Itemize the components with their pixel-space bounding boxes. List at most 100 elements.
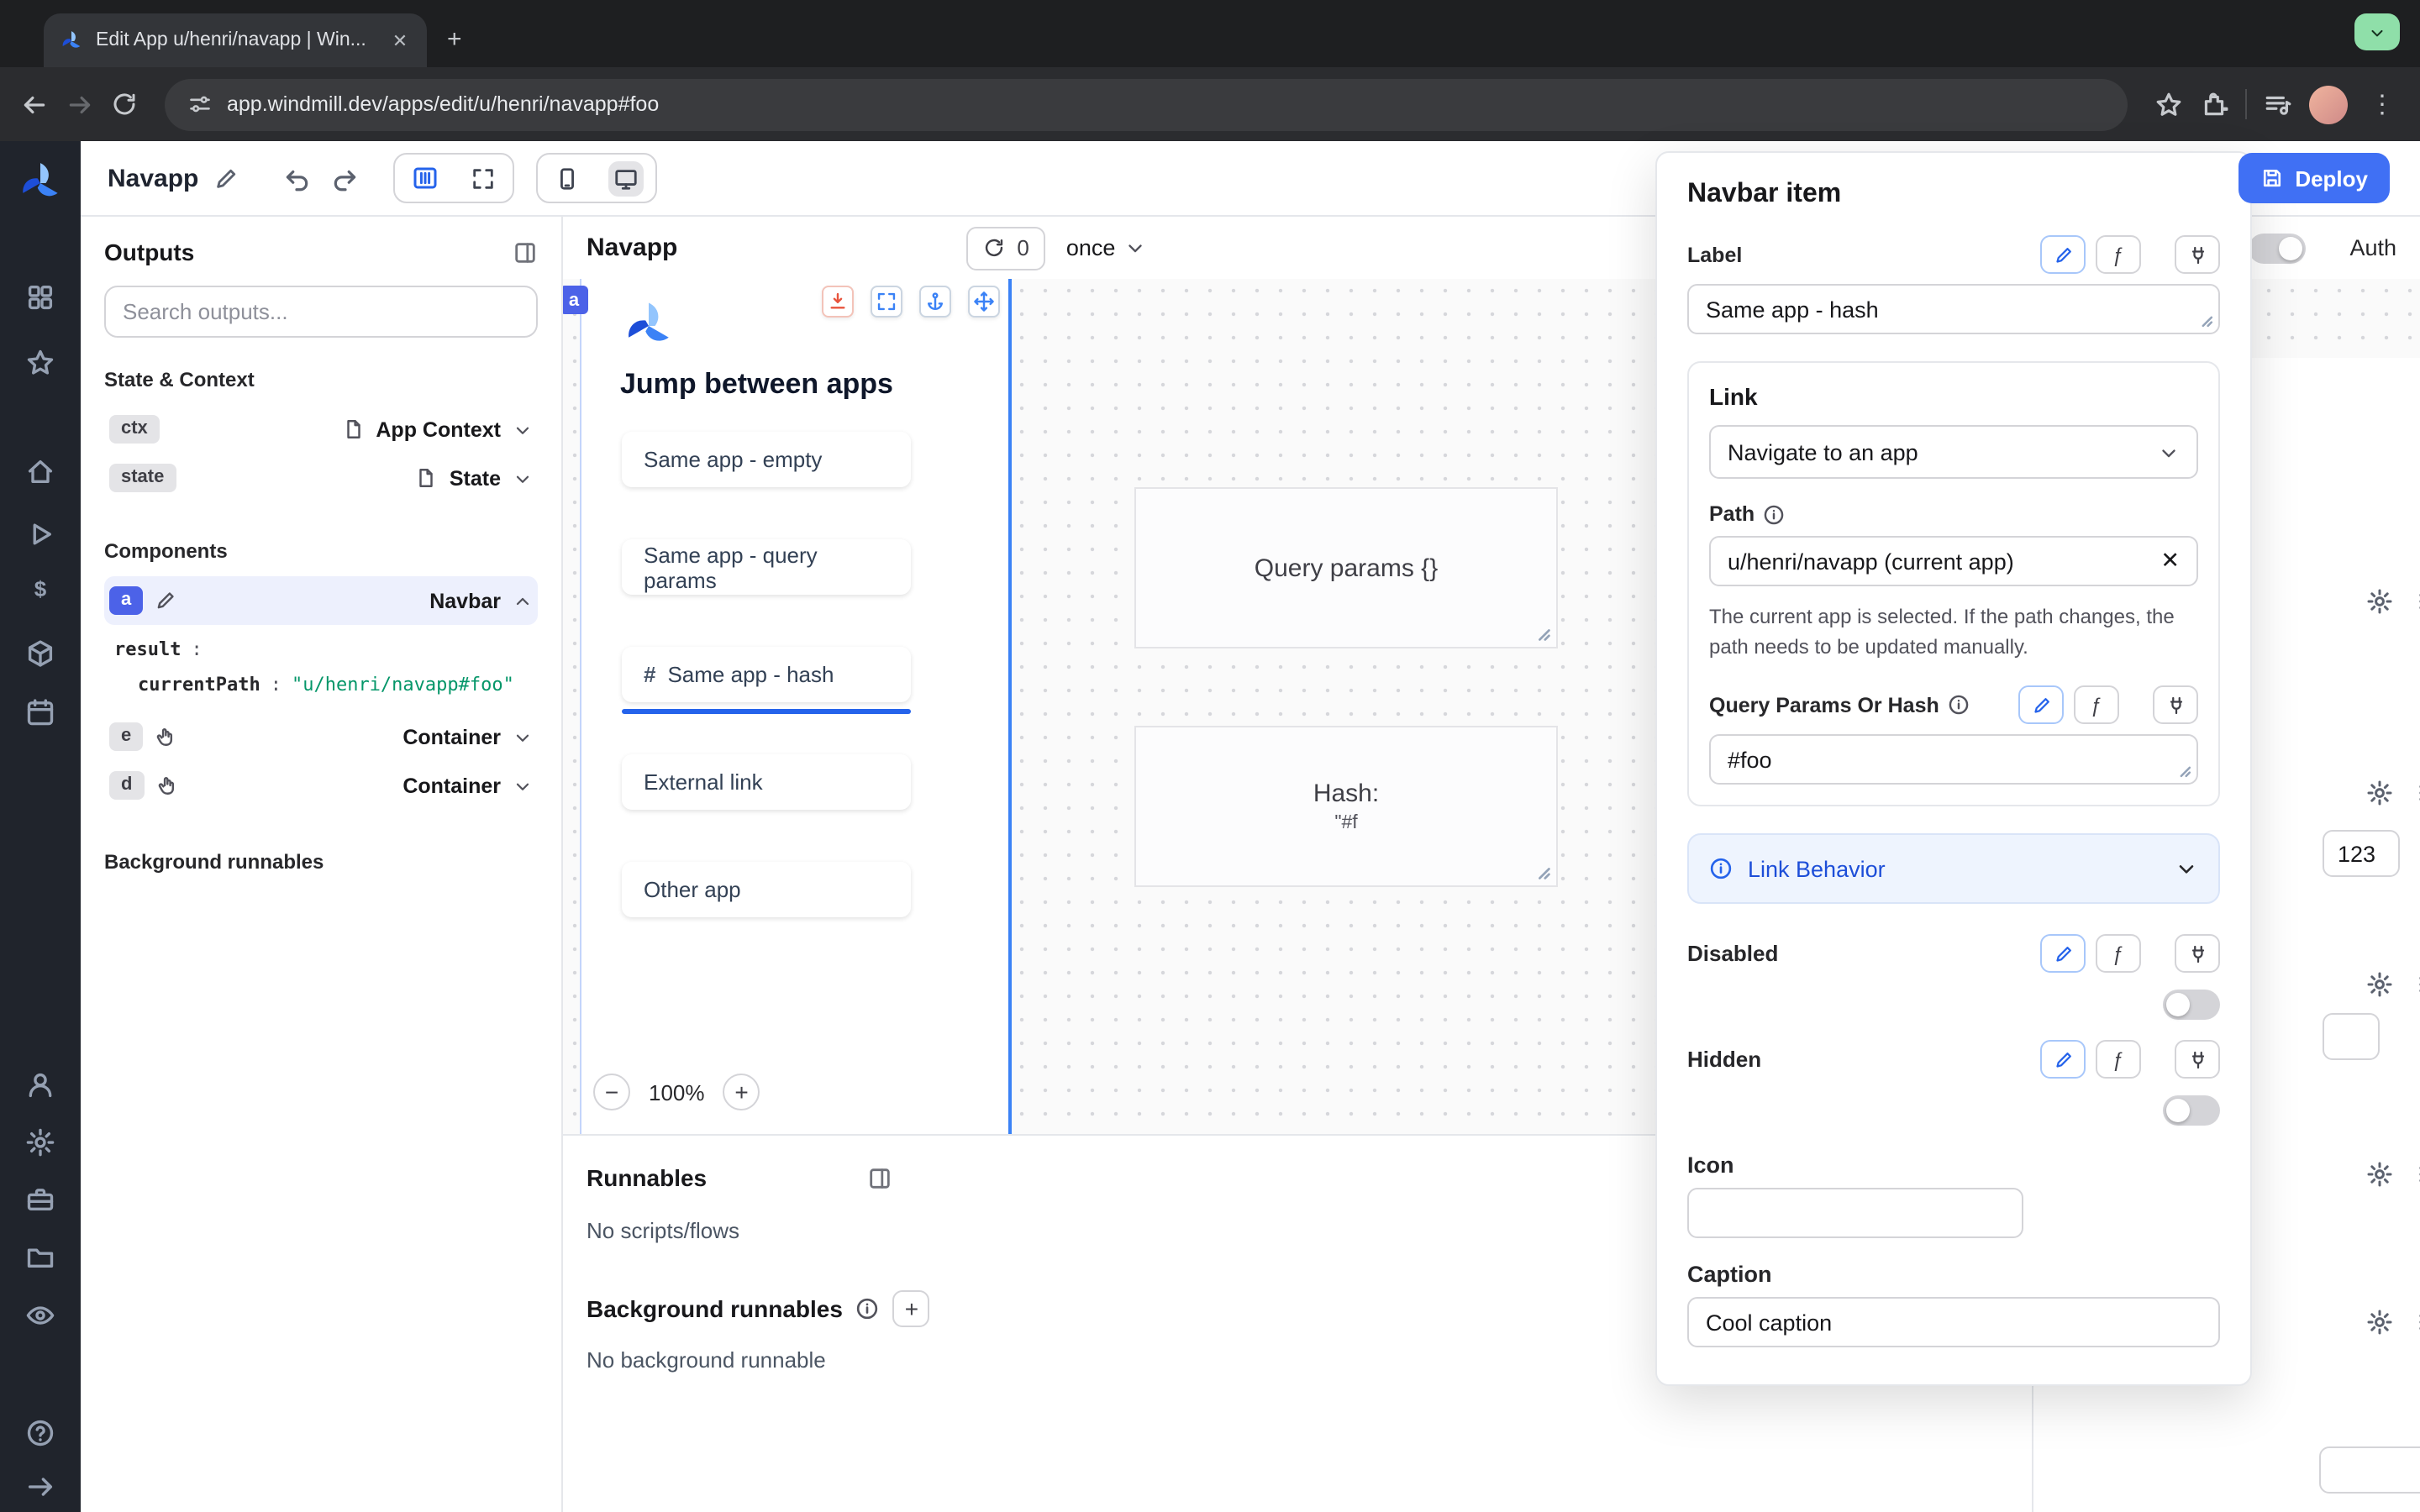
drag-grip-icon[interactable] (2415, 1309, 2420, 1336)
link-type-select[interactable]: Navigate to an app (1709, 425, 2198, 479)
media-queue-icon[interactable] (2264, 90, 2292, 118)
justify-layout-button[interactable] (395, 155, 454, 202)
mobile-view-button[interactable] (538, 155, 597, 202)
home-icon[interactable] (25, 457, 55, 487)
profile-avatar[interactable] (2309, 85, 2348, 123)
edit-mode-pencil-button[interactable] (2018, 685, 2064, 724)
edit-title-pencil-icon[interactable] (213, 165, 239, 191)
windmill-logo[interactable] (18, 161, 62, 205)
folders-icon[interactable] (25, 1242, 55, 1272)
chevron-down-icon[interactable] (513, 419, 533, 439)
refresh-icon[interactable] (983, 237, 1005, 259)
zoom-out-button[interactable]: − (593, 1074, 630, 1110)
preview-nav-item-query-params[interactable]: Same app - query params (622, 539, 911, 595)
preview-nav-item-other-app[interactable]: Other app (622, 862, 911, 917)
info-icon[interactable] (1763, 503, 1785, 525)
chevron-up-icon[interactable] (513, 591, 533, 611)
hash-box[interactable]: Hash: "#f (1134, 726, 1558, 887)
currentpath-key[interactable]: currentPath (138, 674, 260, 696)
schedules-calendar-icon[interactable] (25, 697, 55, 727)
icon-input[interactable] (1687, 1188, 2023, 1238)
resize-handle-icon[interactable] (2176, 763, 2193, 780)
chevron-down-icon[interactable] (513, 468, 533, 488)
collapse-panel-icon[interactable] (866, 1165, 892, 1190)
input-fragment[interactable] (2323, 1013, 2380, 1060)
zoom-in-button[interactable]: + (723, 1074, 760, 1110)
settings-gear-icon[interactable] (25, 1127, 55, 1158)
drag-grip-icon[interactable] (2415, 971, 2420, 998)
function-mode-button[interactable]: ƒ (2096, 1040, 2141, 1079)
runs-play-icon[interactable] (25, 519, 55, 549)
preview-nav-item-empty[interactable]: Same app - empty (622, 432, 911, 487)
browser-tab[interactable]: Edit App u/henri/navapp | Win... ✕ (44, 13, 427, 67)
state-row[interactable]: state State (104, 454, 538, 502)
component-row-navbar[interactable]: a Navbar (104, 576, 538, 625)
edit-mode-pencil-button[interactable] (2040, 1040, 2086, 1079)
clear-path-icon[interactable]: ✕ (2160, 548, 2180, 575)
ctx-row[interactable]: ctx App Context (104, 405, 538, 454)
link-behavior-accordion[interactable]: Link Behavior (1687, 833, 2220, 904)
resize-handle-icon[interactable] (1534, 864, 1553, 882)
chevron-down-icon[interactable] (513, 727, 533, 747)
expand-layout-button[interactable] (454, 155, 513, 202)
refresh-counter[interactable]: 0 (966, 226, 1045, 270)
query-params-box[interactable]: Query params {} (1134, 487, 1558, 648)
chevron-down-icon[interactable] (513, 775, 533, 795)
reload-icon[interactable] (111, 91, 138, 118)
tab-close-icon[interactable]: ✕ (387, 27, 413, 54)
apps-grid-icon[interactable] (25, 282, 55, 312)
gear-icon[interactable] (2366, 588, 2393, 615)
forward-icon[interactable] (66, 90, 94, 118)
collapse-panel-icon[interactable] (513, 239, 538, 265)
connect-mode-plug-button[interactable] (2175, 934, 2220, 973)
info-icon[interactable] (856, 1297, 880, 1320)
add-background-runnable-button[interactable]: + (893, 1290, 930, 1327)
tab-overflow-button[interactable] (2354, 13, 2400, 50)
drag-grip-icon[interactable] (2415, 1161, 2420, 1188)
input-fragment[interactable] (2319, 1446, 2420, 1494)
search-outputs-input[interactable] (104, 286, 538, 338)
edit-mode-pencil-button[interactable] (2040, 934, 2086, 973)
back-icon[interactable] (20, 90, 49, 118)
info-icon[interactable] (1948, 694, 1970, 716)
variables-dollar-icon[interactable]: $ (34, 576, 46, 601)
run-mode-dropdown[interactable]: once (1066, 235, 1146, 260)
function-mode-button[interactable]: ƒ (2074, 685, 2119, 724)
tune-icon[interactable] (188, 92, 212, 116)
favorites-star-icon[interactable] (25, 348, 55, 378)
caption-input[interactable]: Cool caption (1687, 1297, 2220, 1347)
query-params-input[interactable]: #foo (1709, 734, 2198, 785)
drag-grip-icon[interactable] (2415, 588, 2420, 615)
desktop-view-button[interactable] (597, 155, 655, 202)
preview-nav-item-hash[interactable]: # Same app - hash (622, 647, 911, 702)
edit-mode-pencil-button[interactable] (2040, 235, 2086, 274)
pencil-icon[interactable] (155, 590, 176, 612)
gear-icon[interactable] (2366, 1309, 2393, 1336)
component-row-container-d[interactable]: d Container (104, 761, 538, 810)
number-input-fragment[interactable]: 123 (2323, 830, 2400, 877)
label-input[interactable]: Same app - hash (1687, 284, 2220, 334)
fullsize-button[interactable] (871, 286, 902, 318)
resources-cube-icon[interactable] (25, 638, 55, 669)
undo-icon[interactable] (282, 164, 311, 192)
navbar-component[interactable] (580, 279, 1012, 1134)
hide-bar-toggle[interactable] (2249, 233, 2306, 263)
connect-mode-plug-button[interactable] (2175, 1040, 2220, 1079)
gear-icon[interactable] (2366, 1161, 2393, 1188)
preview-nav-item-external[interactable]: External link (622, 754, 911, 810)
drag-grip-icon[interactable] (2415, 780, 2420, 806)
user-icon[interactable] (25, 1070, 55, 1100)
help-icon[interactable] (25, 1418, 55, 1448)
anchor-bottom-button[interactable] (822, 286, 854, 318)
resize-handle-icon[interactable] (2198, 312, 2215, 329)
result-key[interactable]: result (114, 638, 182, 660)
gear-icon[interactable] (2366, 971, 2393, 998)
browser-menu-icon[interactable]: ⋮ (2365, 89, 2400, 119)
anchor-button[interactable] (919, 286, 951, 318)
connect-mode-plug-button[interactable] (2175, 235, 2220, 274)
extensions-icon[interactable] (2200, 90, 2228, 118)
connect-mode-plug-button[interactable] (2153, 685, 2198, 724)
path-input[interactable]: u/henri/navapp (current app) ✕ (1709, 536, 2198, 586)
resize-handle-icon[interactable] (1534, 625, 1553, 643)
gear-icon[interactable] (2366, 780, 2393, 806)
